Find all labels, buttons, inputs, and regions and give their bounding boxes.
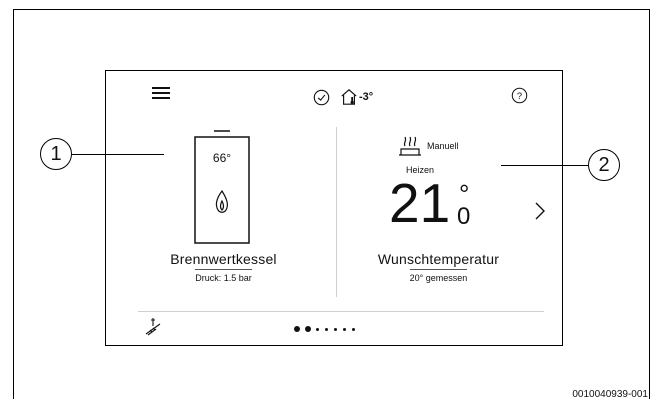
page-dot[interactable] — [334, 327, 337, 331]
outdoor-temperature: -3° — [359, 91, 374, 103]
house-thermometer-icon — [341, 89, 357, 105]
hamburger-menu-icon[interactable] — [152, 87, 170, 101]
boiler-pressure: Druck: 1.5 bar — [156, 269, 291, 283]
page-dot[interactable] — [352, 327, 355, 331]
status-bar: -3° — [313, 87, 373, 107]
setpoint-decimal: 0 — [457, 203, 471, 230]
display-screen: -3° ? 66° Brennwertkessel Druck: 1.5 bar… — [105, 70, 563, 346]
page-dot[interactable] — [325, 327, 328, 331]
panel-divider — [336, 127, 337, 297]
chimney-sweep-icon[interactable] — [144, 316, 162, 336]
chevron-right-icon[interactable] — [534, 201, 546, 221]
callout-1-leader — [72, 154, 164, 155]
question-circle-icon[interactable]: ? — [511, 87, 528, 104]
setpoint-name: Wunschtemperatur — [377, 251, 500, 267]
page-dot[interactable] — [316, 327, 319, 331]
boiler-temperature: 66° — [212, 151, 232, 165]
figure-code: 0010040939-001 — [572, 389, 648, 400]
flame-icon — [215, 189, 228, 213]
radiator-heat-icon — [399, 136, 421, 156]
page-indicator[interactable] — [294, 326, 361, 332]
boiler-icon[interactable] — [194, 129, 250, 245]
svg-text:?: ? — [517, 91, 522, 101]
footer-divider — [138, 311, 544, 312]
boiler-name: Brennwertkessel — [170, 251, 277, 267]
heating-mode[interactable]: Manuell — [427, 141, 459, 151]
page-dot[interactable] — [343, 327, 346, 331]
measured-temperature: 20° gemessen — [356, 269, 521, 283]
callout-1: 1 — [40, 138, 72, 170]
setpoint-temperature[interactable]: 21 — [389, 175, 450, 231]
callout-2-leader — [501, 165, 588, 166]
page-dot[interactable] — [294, 326, 300, 332]
callout-2: 2 — [588, 149, 620, 181]
page-dot[interactable] — [305, 326, 311, 332]
check-circle-icon[interactable] — [313, 89, 330, 106]
